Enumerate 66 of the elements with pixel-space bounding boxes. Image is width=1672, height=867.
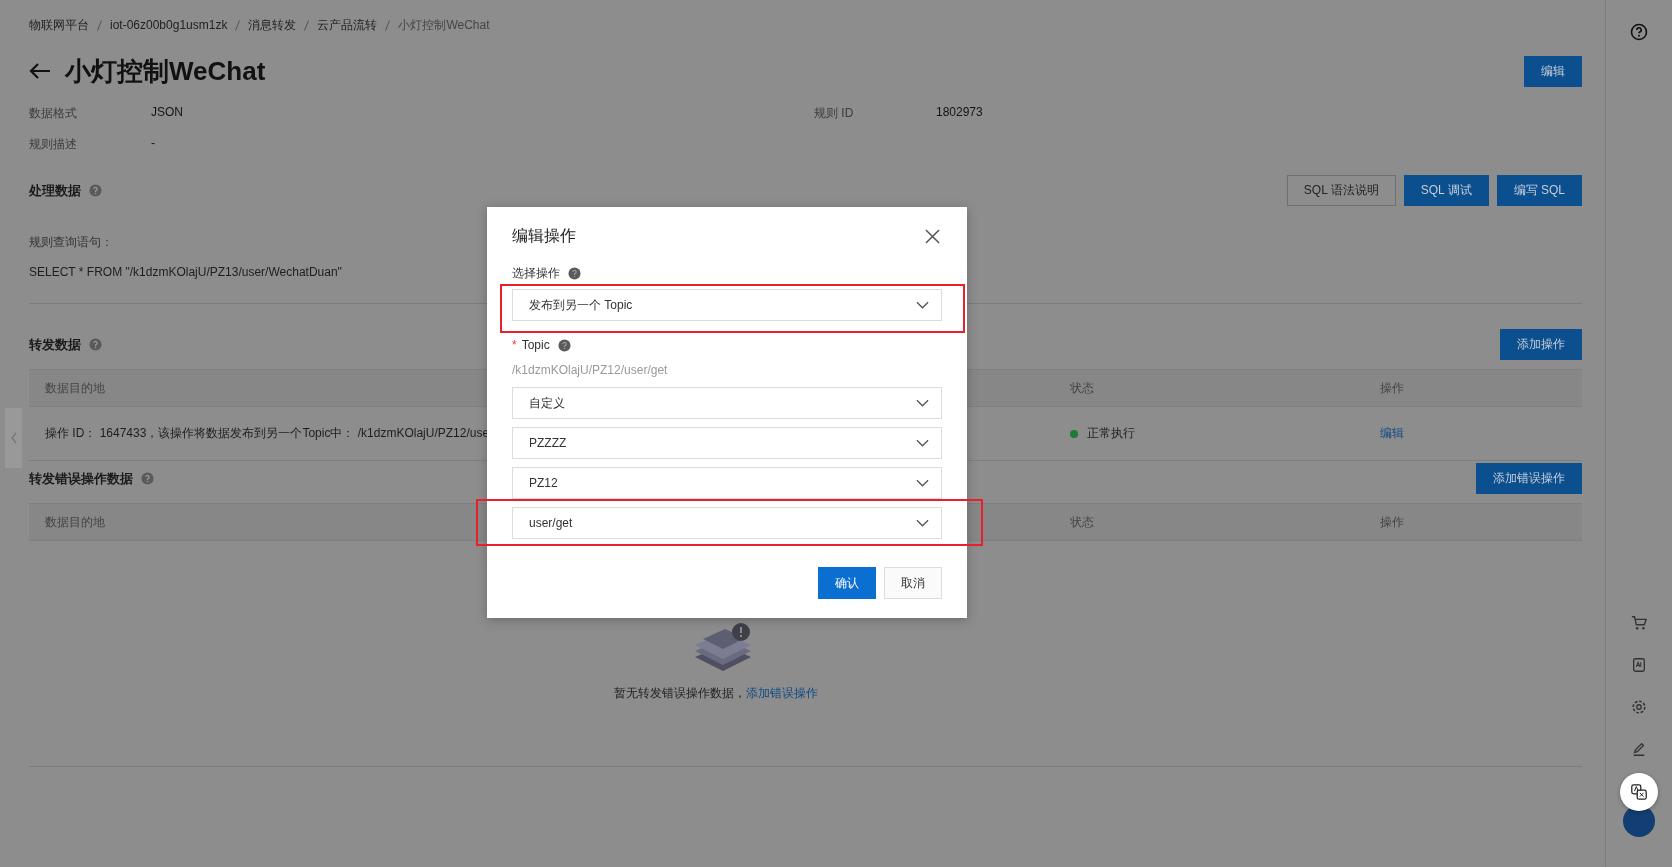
field-value: JSON — [151, 105, 183, 121]
translate-icon — [1630, 783, 1648, 801]
add-error-action-button[interactable]: 添加错误操作 — [1476, 463, 1582, 494]
translate-button[interactable] — [1620, 773, 1658, 811]
column-header: 操作 — [1380, 380, 1404, 395]
sql-button[interactable]: 编写 SQL — [1496, 175, 1582, 206]
field-value: - — [151, 136, 155, 152]
add-action-button[interactable]: 添加操作 — [1500, 329, 1582, 360]
dropdown-select[interactable]: PZ12 — [512, 467, 942, 499]
help-icon[interactable] — [1630, 23, 1648, 41]
chevron-down-icon — [916, 519, 929, 527]
dropdown-select[interactable]: PZZZZ — [512, 427, 942, 459]
field-label: 数据格式 — [29, 105, 78, 122]
settings-icon[interactable] — [1631, 699, 1647, 715]
chevron-down-icon — [916, 439, 929, 447]
close-icon[interactable] — [925, 228, 940, 244]
breadcrumb-link[interactable]: iot-06z00b0g1usm1zk — [110, 18, 228, 32]
chevron-down-icon — [916, 301, 929, 309]
table-cell: 操作 ID： 1647433，该操作将数据发布到另一个Topic中： /k1dzmKOlajU/PZ12/use — [45, 426, 490, 440]
cancel-button[interactable]: 取消 — [884, 567, 942, 599]
page-title: 小灯控制WeChat — [65, 54, 266, 88]
help-icon[interactable] — [557, 338, 571, 352]
column-header: 数据目的地 — [45, 514, 105, 529]
column-header: 状态 — [1070, 380, 1094, 395]
empty-message: 暂无转发错误操作数据， — [613, 686, 746, 700]
column-header: 状态 — [1070, 514, 1094, 529]
field-value: 1802973 — [936, 105, 983, 121]
dialog-title: 编辑操作 — [512, 225, 576, 246]
section-title: 转发错误操作数据 — [29, 469, 133, 488]
chevron-down-icon — [916, 479, 929, 487]
collapse-handle[interactable] — [5, 408, 22, 468]
dropdown-select[interactable]: user/get — [512, 507, 942, 539]
field-label: 规则描述 — [29, 136, 78, 153]
chevron-down-icon — [916, 399, 929, 407]
slash-separator-icon — [235, 19, 241, 31]
sql-button[interactable]: SQL 调试 — [1403, 175, 1489, 206]
chevron-left-icon — [9, 432, 18, 444]
breadcrumb-link[interactable]: 消息转发 — [248, 16, 297, 34]
field-label: Topic — [521, 338, 550, 352]
slash-separator-icon — [97, 19, 102, 31]
edit-button[interactable]: 编辑 — [1524, 55, 1582, 87]
query-label: 规则查询语句： — [29, 234, 113, 251]
field-label: 规则 ID — [814, 105, 855, 122]
required-mark: * — [512, 338, 517, 352]
api-document-icon[interactable] — [1631, 657, 1647, 673]
dropdown-select[interactable]: 自定义 — [512, 387, 942, 419]
slash-separator-icon — [385, 19, 391, 31]
column-header: 数据目的地 — [45, 380, 105, 395]
field-label: 选择操作 — [512, 264, 560, 282]
cart-icon[interactable] — [1631, 615, 1647, 631]
sql-button[interactable]: SQL 语法说明 — [1286, 175, 1396, 206]
query-text: SELECT * FROM "/k1dzmKOlajU/PZ13/user/WechatDuan" — [29, 265, 342, 279]
back-arrow-icon[interactable] — [29, 62, 51, 80]
section-title: 转发数据 — [29, 335, 81, 354]
section-title: 处理数据 — [29, 181, 81, 200]
confirm-button[interactable]: 确认 — [818, 567, 876, 599]
topic-path: /k1dzmKOlajU/PZ12/user/get — [512, 363, 669, 377]
pencil-icon[interactable] — [1631, 741, 1647, 757]
status-text: 正常执行 — [1087, 425, 1135, 442]
column-header: 操作 — [1380, 514, 1404, 529]
slash-separator-icon — [304, 19, 310, 31]
breadcrumb-link[interactable]: 物联网平台 — [29, 16, 89, 34]
dropdown-select[interactable]: 发布到另一个 Topic — [512, 289, 942, 321]
breadcrumb-link[interactable]: 云产品流转 — [317, 16, 378, 34]
help-icon[interactable] — [568, 266, 581, 280]
breadcrumb-link[interactable]: 小灯控制WeChat — [398, 16, 490, 34]
